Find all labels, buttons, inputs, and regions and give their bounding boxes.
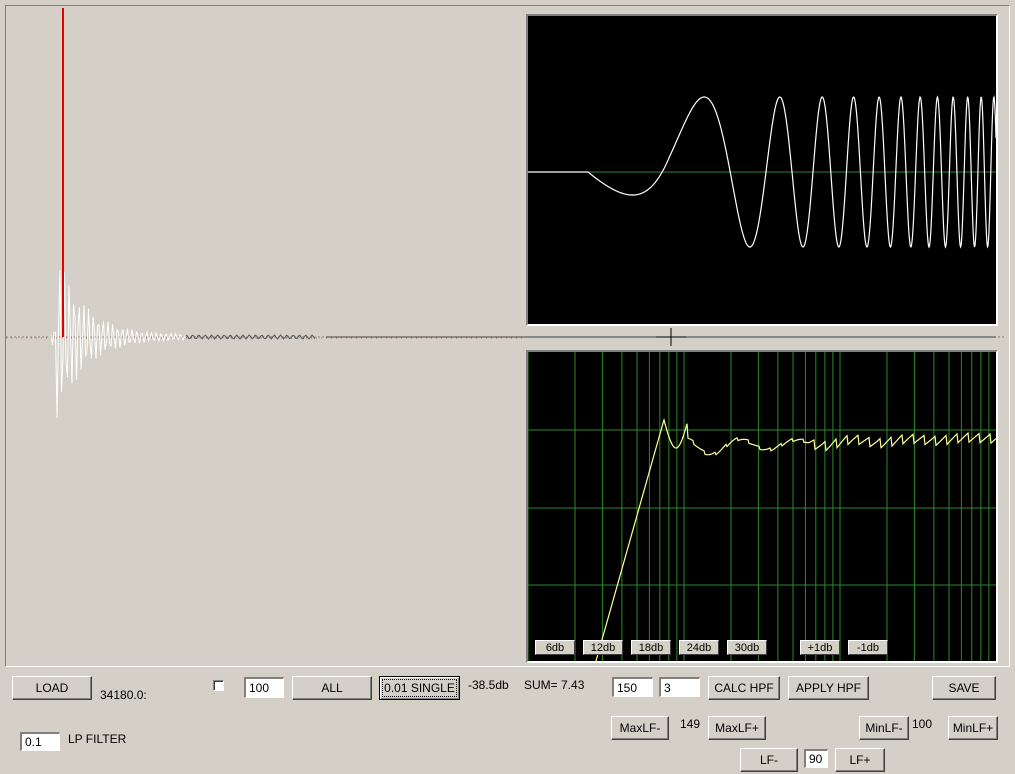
maxlf-plus-button[interactable]: MaxLF+ [708,716,766,740]
frequency-response-svg [527,352,997,662]
all-button[interactable]: ALL [292,676,372,700]
db-plus1-label: +1db [807,641,833,654]
frequency-response-curve [595,417,997,662]
apply-hpf-button[interactable]: APPLY HPF [788,676,869,700]
db-minus1-button[interactable]: -1db [848,640,888,655]
lp-filter-label: LP FILTER [68,732,127,746]
lf-input[interactable] [804,749,828,768]
maxlf-value: 149 [680,717,701,731]
db-18-button[interactable]: 18db [631,640,671,655]
minlf-value: 100 [912,717,933,731]
single-button[interactable]: 0.01 SINGLE [379,676,460,700]
single-button-label: 0.01 SINGLE [382,679,457,697]
lf-minus-button[interactable]: LF- [740,748,798,772]
freq-grid [527,352,996,661]
lf-plus-button[interactable]: LF+ [835,748,885,772]
lf-minus-label: LF- [760,753,778,767]
hpf-frequency-input[interactable] [612,677,653,697]
save-button-label: SAVE [948,681,980,695]
apply-hpf-label: APPLY HPF [796,681,861,695]
minlf-plus-label: MinLF+ [952,721,994,735]
impulse-decay [50,270,185,419]
lp-filter-input[interactable] [20,732,60,751]
hpf-order-input[interactable] [659,677,700,697]
minlf-minus-label: MinLF- [865,721,903,735]
maxlf-plus-label: MaxLF+ [715,721,759,735]
db-plus1-button[interactable]: +1db [800,640,840,655]
calc-hpf-button[interactable]: CALC HPF [708,676,780,700]
db-24-label: 24db [686,641,712,654]
db-30-button[interactable]: 30db [727,640,767,655]
count-input[interactable] [244,677,284,698]
lf-plus-label: LF+ [849,753,871,767]
frequency-response-scope [526,350,998,663]
db-6-label: 6db [545,641,565,654]
db-6-button[interactable]: 6db [535,640,575,655]
minlf-plus-button[interactable]: MinLF+ [948,716,998,740]
db-readout: -38.5db [468,678,509,692]
calc-hpf-label: CALC HPF [714,681,774,695]
load-button-label: LOAD [35,681,69,695]
db-18-label: 18db [638,641,664,654]
load-button[interactable]: LOAD [12,676,92,700]
load-value-readout: 34180.0: [100,688,147,702]
maxlf-minus-label: MaxLF- [619,721,661,735]
all-button-label: ALL [321,681,343,695]
waveform-scope [526,14,998,326]
db-30-label: 30db [734,641,760,654]
save-button[interactable]: SAVE [932,676,996,700]
db-minus1-label: -1db [856,641,880,654]
waveform-svg [528,95,997,249]
minlf-minus-button[interactable]: MinLF- [859,716,909,740]
db-12-label: 12db [590,641,616,654]
enable-checkbox[interactable] [213,680,224,691]
maxlf-minus-button[interactable]: MaxLF- [611,716,669,740]
db-12-button[interactable]: 12db [583,640,623,655]
sum-readout: SUM= 7.43 [524,678,585,692]
db-24-button[interactable]: 24db [679,640,719,655]
